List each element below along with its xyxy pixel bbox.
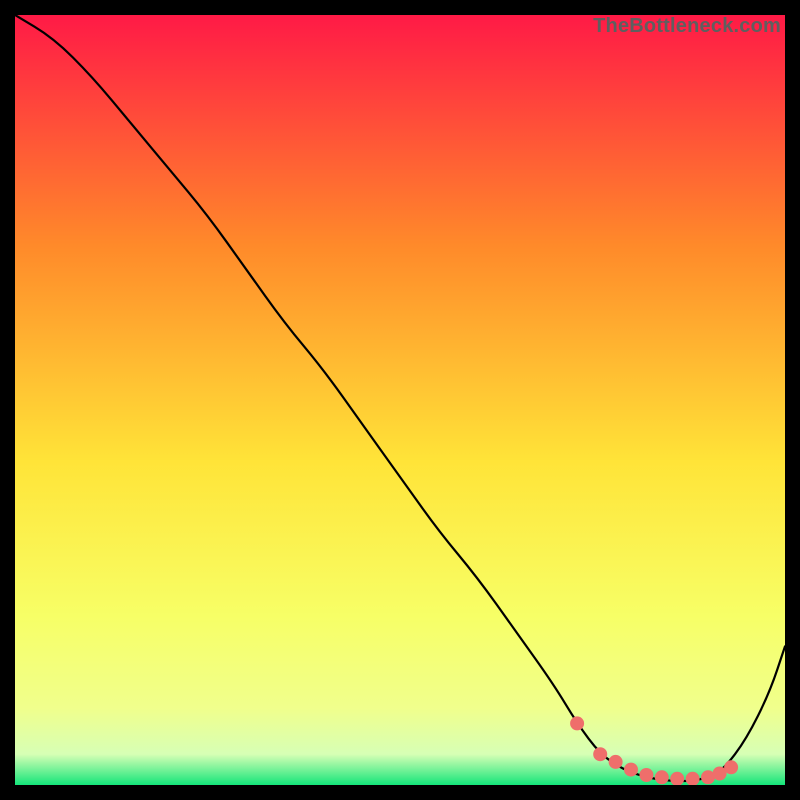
gradient-background: [15, 15, 785, 785]
bottleneck-chart: [15, 15, 785, 785]
chart-frame: TheBottleneck.com: [15, 15, 785, 785]
marker-point: [570, 716, 584, 730]
marker-point: [655, 770, 669, 784]
watermark-text: TheBottleneck.com: [593, 15, 781, 38]
marker-point: [624, 763, 638, 777]
marker-point: [724, 760, 738, 774]
marker-point: [609, 755, 623, 769]
marker-point: [639, 768, 653, 782]
marker-point: [593, 747, 607, 761]
